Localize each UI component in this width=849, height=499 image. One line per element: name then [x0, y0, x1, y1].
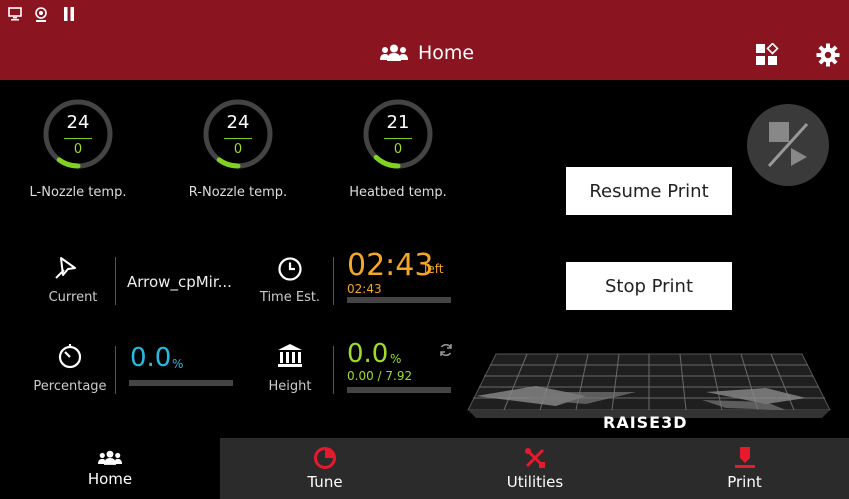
time-suffix: left	[424, 262, 444, 276]
nav-utilities-label: Utilities	[506, 472, 564, 491]
title-bar: Home	[0, 30, 849, 80]
resume-print-button[interactable]: Resume Print	[566, 167, 732, 215]
height-value: 0.0	[347, 339, 389, 369]
gauge-ring	[363, 99, 433, 169]
gauge-ring	[43, 99, 113, 169]
nav-utilities[interactable]: Utilities	[430, 438, 640, 499]
clock-icon	[278, 257, 302, 281]
bottom-nav: Home Tune Utilities Print	[0, 438, 849, 499]
gauge-divider	[224, 138, 252, 139]
height-progress-bar	[347, 387, 451, 393]
widgets-icon	[756, 43, 779, 65]
divider	[333, 346, 334, 394]
gauge-current: 0	[393, 142, 403, 157]
gauge-target: 24	[66, 112, 90, 133]
stop-play-toggle[interactable]	[747, 104, 829, 186]
print-icon	[734, 446, 755, 468]
pause-icon	[64, 7, 74, 21]
gauge-ring	[203, 99, 273, 169]
nav-print-label: Print	[727, 472, 762, 491]
settings-button[interactable]	[813, 40, 843, 70]
page-title: Home	[418, 42, 475, 64]
gauge-target: 24	[226, 112, 250, 133]
gauge-divider	[64, 138, 92, 139]
widgets-button[interactable]	[752, 40, 782, 70]
percentage-progress-bar	[129, 380, 233, 386]
height-unit: %	[390, 352, 402, 366]
height-label: Height	[268, 379, 312, 394]
status-bar	[0, 0, 849, 30]
time-value: 02:43	[347, 248, 434, 283]
brand-logo: RAISE3D	[603, 413, 688, 432]
height-sub: 0.00 / 7.92	[347, 369, 413, 383]
divider	[333, 257, 334, 305]
gauge-target: 21	[386, 112, 410, 133]
gauge-level-arc	[56, 157, 81, 169]
users-icon	[98, 450, 122, 465]
nav-home[interactable]: Home	[0, 438, 220, 499]
percentage-unit: %	[172, 357, 184, 371]
current-label: Current	[48, 290, 98, 305]
l-nozzle-gauge[interactable]: 24 0	[42, 98, 114, 170]
gauge-level-arc	[216, 157, 241, 169]
monitor-icon	[8, 7, 22, 21]
timer-icon	[58, 344, 82, 369]
current-filename: Arrow_cpMir...	[127, 273, 232, 291]
nav-tune[interactable]: Tune	[220, 438, 430, 499]
nav-print[interactable]: Print	[640, 438, 849, 499]
l-nozzle-label: L-Nozzle temp.	[29, 185, 127, 200]
gear-icon	[816, 43, 840, 67]
time-label: Time Est.	[259, 290, 321, 305]
nav-tune-label: Tune	[307, 472, 343, 491]
stop-play-icon	[767, 122, 809, 168]
r-nozzle-label: R-Nozzle temp.	[188, 185, 288, 200]
tools-icon	[525, 447, 545, 468]
gauge-current: 0	[73, 142, 83, 157]
heatbed-label: Heatbed temp.	[349, 185, 447, 200]
pie-icon	[314, 446, 336, 469]
time-progress-bar	[347, 297, 451, 303]
refresh-icon[interactable]	[438, 342, 454, 358]
divider	[115, 346, 116, 394]
heatbed-gauge[interactable]: 21 0	[362, 98, 434, 170]
users-icon	[380, 44, 408, 61]
nav-home-label: Home	[87, 469, 133, 488]
gauge-divider	[384, 138, 412, 139]
gauge-current: 0	[233, 142, 243, 157]
stop-print-button[interactable]: Stop Print	[566, 262, 732, 310]
webcam-icon	[35, 7, 47, 22]
percentage-value: 0.0	[130, 343, 172, 373]
r-nozzle-gauge[interactable]: 24 0	[202, 98, 274, 170]
pin-icon	[55, 257, 76, 279]
building-icon	[278, 344, 302, 367]
percentage-label: Percentage	[33, 379, 107, 394]
gauge-level-arc	[373, 154, 401, 169]
divider	[115, 257, 116, 305]
time-sub: 02:43	[347, 282, 382, 296]
